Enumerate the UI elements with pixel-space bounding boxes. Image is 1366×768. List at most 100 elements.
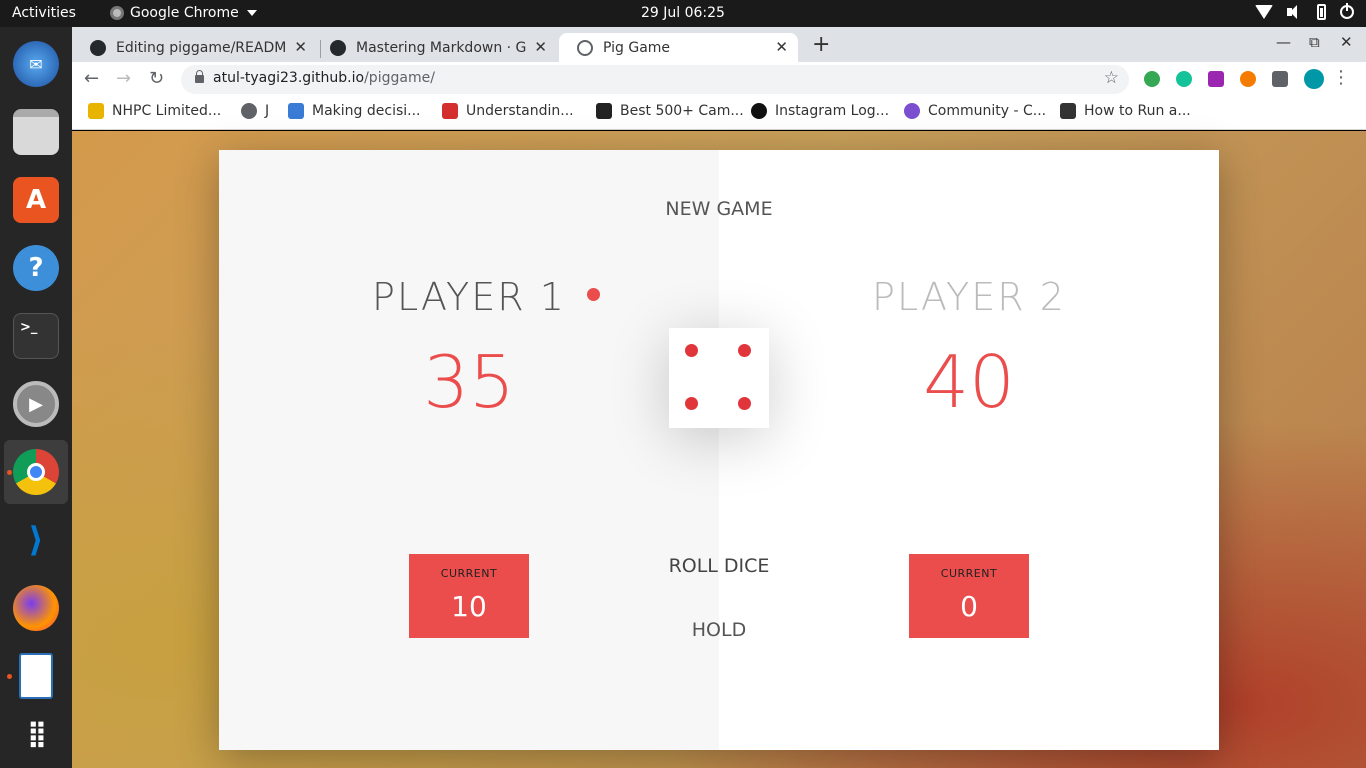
bookmark-favicon bbox=[596, 103, 612, 119]
dock-terminal[interactable]: >_ bbox=[4, 304, 68, 368]
dock-firefox[interactable] bbox=[4, 576, 68, 640]
wifi-icon bbox=[1255, 5, 1273, 19]
dice-pip bbox=[685, 344, 698, 357]
extension-s-icon[interactable] bbox=[1208, 71, 1224, 87]
player-2-current-score: 0 bbox=[960, 590, 978, 623]
roll-dice-button[interactable]: ROLL DICE bbox=[619, 555, 819, 577]
player-2-score: 40 bbox=[923, 340, 1015, 424]
settings-icon: ▶ bbox=[13, 381, 59, 427]
dock: ✉ A ? >_ ▶ ⟩ ⣿ bbox=[0, 27, 72, 768]
volume-icon bbox=[1287, 4, 1303, 20]
bookmark-item[interactable]: J bbox=[241, 103, 269, 119]
dock-writer[interactable] bbox=[4, 644, 68, 708]
profile-avatar[interactable] bbox=[1304, 69, 1324, 89]
app-menu[interactable]: Google Chrome bbox=[110, 5, 257, 21]
reload-button[interactable]: ↻ bbox=[149, 68, 164, 89]
bookmark-label: Instagram Log... bbox=[775, 103, 890, 119]
dice-pip bbox=[738, 344, 751, 357]
bookmark-favicon bbox=[88, 103, 104, 119]
app-grid-icon: ⣿ bbox=[26, 719, 47, 749]
system-top-bar: Activities Google Chrome 29 Jul 06:25 bbox=[0, 0, 1366, 27]
power-icon bbox=[1340, 3, 1354, 19]
player-1-name: PLAYER 1 bbox=[372, 275, 566, 319]
dock-settings[interactable]: ▶ bbox=[4, 372, 68, 436]
activities-button[interactable]: Activities bbox=[12, 5, 76, 21]
new-tab-button[interactable]: + bbox=[812, 32, 830, 57]
bookmark-item[interactable]: NHPC Limited... bbox=[88, 103, 221, 119]
thunderbird-icon: ✉ bbox=[13, 41, 59, 87]
instagram-icon bbox=[751, 103, 767, 119]
bookmark-item[interactable]: Making decisi... bbox=[288, 103, 421, 119]
tab-markdown[interactable]: Mastering Markdown · GitHub ✕ bbox=[312, 33, 557, 62]
tab-title: Pig Game bbox=[603, 39, 671, 56]
current-label: CURRENT bbox=[940, 567, 998, 580]
bookmark-label: Community - C... bbox=[928, 103, 1047, 119]
github-icon bbox=[330, 39, 346, 56]
bookmark-favicon bbox=[442, 103, 458, 119]
close-tab-icon[interactable]: ✕ bbox=[775, 38, 788, 56]
lock-icon bbox=[195, 70, 204, 83]
bookmark-label: How to Run a... bbox=[1084, 103, 1191, 119]
tab-pig-game[interactable]: Pig Game ✕ bbox=[559, 33, 798, 62]
player-2-name: PLAYER 2 bbox=[872, 275, 1066, 319]
running-indicator bbox=[7, 674, 12, 679]
close-tab-icon[interactable]: ✕ bbox=[294, 38, 307, 56]
minimize-button[interactable]: — bbox=[1276, 33, 1291, 51]
caret-down-icon bbox=[246, 10, 257, 16]
grammarly-icon[interactable] bbox=[1176, 71, 1192, 87]
bookmark-item[interactable]: Understandin... bbox=[442, 103, 574, 119]
dock-app-grid[interactable]: ⣿ bbox=[4, 702, 68, 766]
hold-button[interactable]: HOLD bbox=[619, 619, 819, 641]
player-1-score: 35 bbox=[423, 340, 515, 424]
address-bar[interactable]: atul-tyagi23.github.io/piggame/ ☆ bbox=[181, 65, 1129, 94]
close-tab-icon[interactable]: ✕ bbox=[534, 38, 547, 56]
bookmark-item[interactable]: Community - C... bbox=[904, 103, 1046, 119]
bookmark-favicon bbox=[288, 103, 304, 119]
dock-vscode[interactable]: ⟩ bbox=[4, 508, 68, 572]
tab-title: Editing piggame/README.md bbox=[116, 39, 286, 56]
writer-icon bbox=[19, 653, 53, 699]
extension-fire-icon[interactable] bbox=[1240, 71, 1256, 87]
terminal-icon: >_ bbox=[13, 313, 59, 359]
close-window-button[interactable]: ✕ bbox=[1340, 33, 1353, 51]
running-indicator bbox=[7, 470, 12, 475]
globe-icon bbox=[577, 39, 593, 56]
player-2-panel: PLAYER 2 40 CURRENT 0 bbox=[719, 150, 1219, 750]
tab-readme[interactable]: Editing piggame/README.md ✕ bbox=[72, 33, 317, 62]
bookmark-star-icon[interactable]: ☆ bbox=[1104, 68, 1119, 88]
player-2-current-box: CURRENT 0 bbox=[909, 554, 1029, 638]
active-player-indicator bbox=[587, 288, 600, 301]
dock-chrome[interactable] bbox=[4, 440, 68, 504]
player-1-panel: PLAYER 1 35 CURRENT 10 bbox=[219, 150, 719, 750]
bookmark-label: J bbox=[265, 103, 270, 119]
app-store-icon: A bbox=[13, 177, 59, 223]
dock-thunderbird[interactable]: ✉ bbox=[4, 32, 68, 96]
new-game-button[interactable]: NEW GAME bbox=[619, 198, 819, 220]
github-icon bbox=[90, 39, 106, 56]
files-icon bbox=[13, 109, 59, 155]
system-tray[interactable] bbox=[1255, 3, 1354, 20]
chrome-menu-icon[interactable]: ⋮ bbox=[1332, 67, 1350, 88]
chrome-icon bbox=[13, 449, 59, 495]
bookmark-item[interactable]: Instagram Log... bbox=[751, 103, 889, 119]
tab-strip: Editing piggame/README.md ✕ Mastering Ma… bbox=[72, 27, 1366, 62]
bookmark-label: Best 500+ Cam... bbox=[620, 103, 744, 119]
restore-button[interactable]: ⧉ bbox=[1309, 33, 1320, 51]
firefox-icon bbox=[13, 585, 59, 631]
bookmark-favicon bbox=[1060, 103, 1076, 119]
game-board: PLAYER 1 35 CURRENT 10 PLAYER 2 40 CURRE… bbox=[219, 150, 1219, 750]
extension-check-icon[interactable] bbox=[1144, 71, 1160, 87]
app-menu-label: Google Chrome bbox=[130, 5, 239, 21]
bookmarks-bar: NHPC Limited... J Making decisi... Under… bbox=[72, 97, 1366, 130]
forward-button[interactable]: → bbox=[116, 68, 131, 89]
player-1-current-box: CURRENT 10 bbox=[409, 554, 529, 638]
bookmark-item[interactable]: Best 500+ Cam... bbox=[596, 103, 744, 119]
bookmark-item[interactable]: How to Run a... bbox=[1060, 103, 1191, 119]
dock-help[interactable]: ? bbox=[4, 236, 68, 300]
globe-icon bbox=[241, 103, 257, 119]
dock-files[interactable] bbox=[4, 100, 68, 164]
extensions-puzzle-icon[interactable] bbox=[1272, 71, 1288, 87]
tab-title: Mastering Markdown · GitHub bbox=[356, 39, 526, 56]
dock-app-store[interactable]: A bbox=[4, 168, 68, 232]
back-button[interactable]: ← bbox=[84, 68, 99, 89]
